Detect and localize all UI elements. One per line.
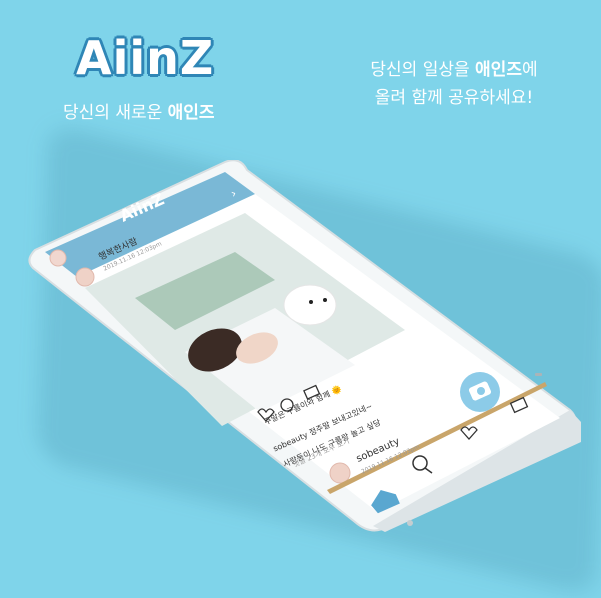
phone-port xyxy=(407,520,413,526)
left-tagline-brand: 애인즈 xyxy=(167,103,215,123)
aiinz-logo: AiinZ xyxy=(76,28,215,88)
top-user-avatar[interactable] xyxy=(49,249,67,267)
bottom-user-avatar[interactable] xyxy=(329,462,351,484)
photo-dog-eye xyxy=(309,300,313,304)
right-tagline-line2: 올려 함께 공유하세요! xyxy=(374,88,534,108)
photo-dog-eye-2 xyxy=(323,298,327,302)
phone-speaker xyxy=(535,373,542,376)
phone-mockup: AiinZ › 행복한사람 2019.11.16 12:03pm 주말은 구름이… xyxy=(25,160,585,532)
right-tagline-brand: 애인즈 xyxy=(475,60,522,80)
right-tagline-suffix: 에 xyxy=(521,60,538,80)
photo-dog xyxy=(283,284,337,326)
phone-illustration: AiinZ › xyxy=(28,160,581,532)
right-tagline-prefix: 당신의 일상을 xyxy=(370,60,476,80)
right-tagline-line1: 당신의 일상을 애인즈에 xyxy=(354,56,554,84)
top-user-avatar-main[interactable] xyxy=(75,267,95,287)
right-tagline: 당신의 일상을 애인즈에 올려 함께 공유하세요! xyxy=(354,56,554,112)
left-tagline: 당신의 새로운 애인즈 xyxy=(63,98,215,123)
logo-wordmark: AiinZ xyxy=(76,31,215,85)
left-tagline-prefix: 당신의 새로운 xyxy=(63,103,168,123)
camera-lens-icon xyxy=(477,387,485,395)
